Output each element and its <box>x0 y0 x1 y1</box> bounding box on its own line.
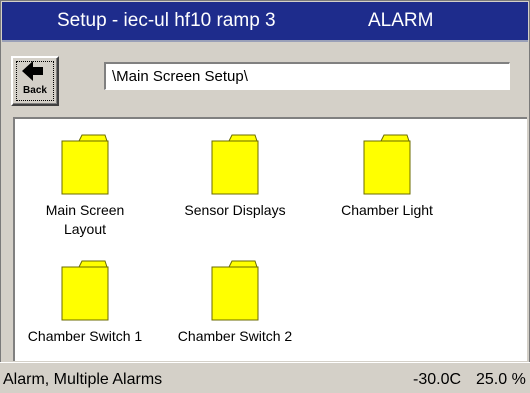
temperature-readout: -30.0C <box>413 371 462 388</box>
alarm-status: ALARM <box>368 10 434 31</box>
window-title: Setup - iec-ul hf10 ramp 3 <box>57 10 276 31</box>
title-bar: Setup - iec-ul hf10 ramp 3 ALARM <box>2 2 528 42</box>
folder-browser: Main Screen Layout Sensor Displays Chamb… <box>13 117 527 361</box>
folder-icon <box>211 134 259 195</box>
alarm-message: Alarm, Multiple Alarms <box>3 371 163 388</box>
folder-label: Sensor Displays <box>184 202 286 218</box>
folder-label: Chamber Switch 2 <box>177 328 293 344</box>
folder-label: Chamber Switch 1 <box>27 328 143 344</box>
back-button-label: Back <box>23 85 47 96</box>
folder-icon <box>363 134 411 195</box>
status-bar: Alarm, Multiple Alarms -30.0C 25.0 % <box>0 362 530 393</box>
folder-icon <box>61 134 109 195</box>
folder-main-screen-layout[interactable]: Main Screen Layout <box>15 133 155 239</box>
left-arrow-icon <box>22 61 43 81</box>
path-display: \Main Screen Setup\ <box>104 62 510 90</box>
folder-chamber-light[interactable]: Chamber Light <box>317 133 457 220</box>
folder-label: Main Screen Layout <box>45 202 125 237</box>
folder-chamber-switch-2[interactable]: Chamber Switch 2 <box>165 259 305 346</box>
folder-chamber-switch-1[interactable]: Chamber Switch 1 <box>15 259 155 346</box>
folder-icon <box>61 260 109 321</box>
folder-sensor-displays[interactable]: Sensor Displays <box>165 133 305 220</box>
folder-label: Chamber Light <box>341 202 433 218</box>
folder-icon <box>211 260 259 321</box>
setup-window: Setup - iec-ul hf10 ramp 3 ALARM Back \M… <box>0 0 530 392</box>
back-button[interactable]: Back <box>11 56 59 106</box>
humidity-readout: 25.0 % <box>476 371 526 388</box>
